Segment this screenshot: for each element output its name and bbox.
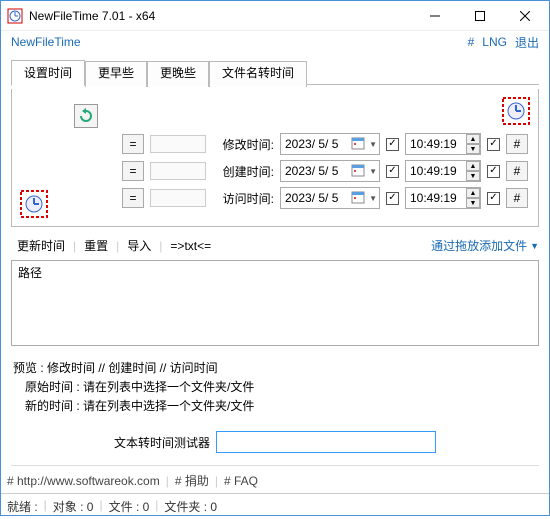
tab-body: = 修改时间: 2023/ 5/ 5 ▼ ✓ 10:49:19 ▲▼ ✓ # =… (11, 89, 539, 227)
create-label: 创建时间: (212, 163, 274, 180)
tab-filename-to-time[interactable]: 文件名转时间 (209, 61, 307, 87)
faq-link[interactable]: # FAQ (224, 474, 258, 488)
offset-slider[interactable] (150, 162, 206, 180)
maximize-button[interactable] (457, 2, 502, 30)
spin-down-icon[interactable]: ▼ (466, 198, 480, 208)
spin-up-icon[interactable]: ▲ (466, 161, 480, 171)
offset-slider[interactable] (150, 189, 206, 207)
tab-later[interactable]: 更晚些 (147, 61, 209, 87)
create-time-checkbox[interactable]: ✓ (487, 165, 500, 178)
eq-button[interactable]: = (122, 188, 144, 208)
donate-link[interactable]: # 捐助 (175, 472, 209, 489)
status-folders: 文件夹 : 0 (164, 498, 217, 515)
app-name-label: NewFileTime (9, 35, 462, 49)
eq-button[interactable]: = (122, 161, 144, 181)
update-time-button[interactable]: 更新时间 (11, 235, 71, 256)
menu-exit[interactable]: 退出 (513, 34, 541, 51)
hash-button[interactable]: # (506, 134, 528, 154)
preview-original: 原始时间 : 请在列表中选择一个文件夹/文件 (13, 377, 539, 396)
refresh-button[interactable] (74, 104, 98, 128)
tester-row: 文本转时间测试器 (11, 431, 539, 453)
spin-down-icon[interactable]: ▼ (466, 171, 480, 181)
action-toolbar: 更新时间 | 重置 | 导入 | =>txt<= 通过拖放添加文件 ▼ (11, 235, 539, 258)
close-button[interactable] (502, 2, 547, 30)
preview-block: 预览 : 修改时间 // 创建时间 // 访问时间 原始时间 : 请在列表中选择… (11, 356, 539, 421)
calendar-icon (351, 190, 367, 206)
create-time-input[interactable]: 10:49:19 ▲▼ (405, 160, 481, 182)
status-ready: 就绪 : (7, 498, 38, 515)
modify-time-checkbox[interactable]: ✓ (487, 138, 500, 151)
tab-set-time[interactable]: 设置时间 (11, 60, 85, 86)
app-icon (7, 8, 23, 24)
drop-hint: 通过拖放添加文件 ▼ (431, 237, 539, 254)
preview-new: 新的时间 : 请在列表中选择一个文件夹/文件 (13, 396, 539, 415)
chevron-down-icon: ▼ (369, 167, 377, 176)
spin-up-icon[interactable]: ▲ (466, 134, 480, 144)
modify-label: 修改时间: (212, 136, 274, 153)
create-date-input[interactable]: 2023/ 5/ 5 ▼ (280, 160, 380, 182)
access-date-input[interactable]: 2023/ 5/ 5 ▼ (280, 187, 380, 209)
hash-button[interactable]: # (506, 188, 528, 208)
minimize-button[interactable] (412, 2, 457, 30)
access-label: 访问时间: (212, 190, 274, 207)
tester-label: 文本转时间测试器 (114, 434, 210, 451)
access-time-row: = 访问时间: 2023/ 5/ 5 ▼ ✓ 10:49:19 ▲▼ ✓ # (22, 187, 528, 209)
access-time-checkbox[interactable]: ✓ (487, 192, 500, 205)
menubar: NewFileTime # LNG 退出 (1, 31, 549, 53)
menu-hash[interactable]: # (466, 35, 477, 49)
tab-earlier[interactable]: 更早些 (85, 61, 147, 87)
column-header-path[interactable]: 路径 (12, 261, 538, 284)
status-objects: 对象 : 0 (53, 498, 94, 515)
calendar-icon (351, 136, 367, 152)
chevron-down-icon[interactable]: ▼ (530, 241, 539, 251)
menu-lng[interactable]: LNG (480, 35, 509, 49)
homepage-link[interactable]: # http://www.softwareok.com (7, 474, 160, 488)
tab-strip: 设置时间 更早些 更晚些 文件名转时间 (11, 59, 539, 85)
status-files: 文件 : 0 (109, 498, 150, 515)
spin-down-icon[interactable]: ▼ (466, 144, 480, 154)
chevron-down-icon: ▼ (369, 140, 377, 149)
clock-icon[interactable] (502, 97, 530, 125)
divider (11, 465, 539, 466)
reset-button[interactable]: 重置 (78, 235, 114, 256)
eq-button[interactable]: = (122, 134, 144, 154)
window-title: NewFileTime 7.01 - x64 (29, 9, 412, 23)
calendar-icon (351, 163, 367, 179)
clock-icon[interactable] (20, 190, 48, 218)
access-time-input[interactable]: 10:49:19 ▲▼ (405, 187, 481, 209)
titlebar: NewFileTime 7.01 - x64 (1, 1, 549, 31)
create-time-row: = 创建时间: 2023/ 5/ 5 ▼ ✓ 10:49:19 ▲▼ ✓ # (22, 160, 528, 182)
modify-time-row: = 修改时间: 2023/ 5/ 5 ▼ ✓ 10:49:19 ▲▼ ✓ # (22, 133, 528, 155)
chevron-down-icon: ▼ (369, 194, 377, 203)
create-date-checkbox[interactable]: ✓ (386, 165, 399, 178)
txt-button[interactable]: =>txt<= (164, 237, 217, 255)
preview-title: 预览 : 修改时间 // 创建时间 // 访问时间 (13, 358, 539, 377)
modify-time-input[interactable]: 10:49:19 ▲▼ (405, 133, 481, 155)
tester-input[interactable] (216, 431, 436, 453)
spin-up-icon[interactable]: ▲ (466, 188, 480, 198)
footer-links: # http://www.softwareok.com | # 捐助 | # F… (1, 470, 549, 493)
access-date-checkbox[interactable]: ✓ (386, 192, 399, 205)
hash-button[interactable]: # (506, 161, 528, 181)
offset-slider[interactable] (150, 135, 206, 153)
import-button[interactable]: 导入 (121, 235, 157, 256)
status-bar: 就绪 : | 对象 : 0 | 文件 : 0 | 文件夹 : 0 (1, 493, 549, 519)
modify-date-checkbox[interactable]: ✓ (386, 138, 399, 151)
file-list[interactable]: 路径 (11, 260, 539, 346)
modify-date-input[interactable]: 2023/ 5/ 5 ▼ (280, 133, 380, 155)
